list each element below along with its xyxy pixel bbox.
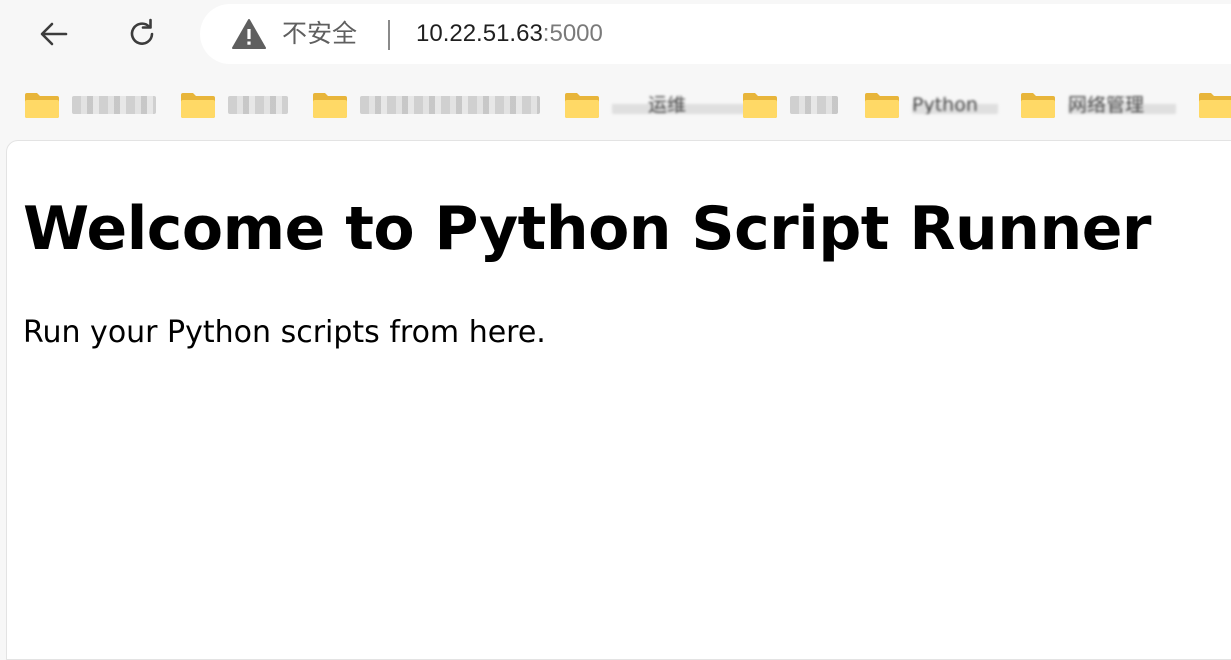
bookmark-folder[interactable]: 运维	[564, 88, 748, 122]
folder-icon	[1199, 93, 1231, 118]
bookmark-label: Python	[912, 96, 998, 114]
browser-toolbar: 不安全 10.22.51.63:5000	[0, 0, 1231, 70]
bookmarks-bar: 运维 Python 网络管理	[0, 80, 1231, 130]
bookmark-folder[interactable]	[24, 88, 156, 122]
bookmark-folder[interactable]	[312, 88, 540, 122]
page-description: Run your Python scripts from here.	[23, 315, 546, 350]
bookmark-folder[interactable]: 网络管理	[1020, 88, 1176, 122]
bookmark-label: 网络管理	[1068, 96, 1176, 114]
back-button[interactable]	[32, 12, 76, 56]
reload-button[interactable]	[120, 12, 164, 56]
folder-icon	[565, 93, 599, 118]
folder-icon	[743, 93, 777, 118]
url-host: 10.22.51.63	[416, 20, 543, 47]
bookmark-label-redacted	[72, 96, 156, 114]
bookmark-folder[interactable]	[742, 88, 838, 122]
address-bar[interactable]: 不安全 10.22.51.63:5000	[200, 4, 1231, 64]
folder-icon	[25, 93, 59, 118]
folder-icon	[1021, 93, 1055, 118]
page-content: Welcome to Python Script Runner Run your…	[6, 140, 1231, 660]
address-divider	[388, 20, 390, 50]
bookmark-label: 运维	[612, 96, 748, 114]
bookmark-label-redacted	[790, 96, 838, 114]
reload-icon	[130, 18, 154, 45]
folder-icon	[313, 93, 347, 118]
page-title: Welcome to Python Script Runner	[23, 194, 1152, 264]
url-port: :5000	[542, 20, 603, 47]
bookmark-folder[interactable]: Python	[864, 88, 998, 122]
bookmark-folder[interactable]	[1198, 88, 1231, 122]
warning-triangle-icon[interactable]	[232, 18, 266, 50]
folder-icon	[181, 93, 215, 118]
back-arrow-icon	[40, 22, 68, 46]
bookmark-folder[interactable]	[180, 88, 288, 122]
bookmark-label-redacted	[360, 96, 540, 114]
security-status-label[interactable]: 不安全	[282, 18, 357, 50]
bookmark-label-redacted	[228, 96, 288, 114]
url-text[interactable]: 10.22.51.63:5000	[416, 18, 603, 50]
folder-icon	[865, 93, 899, 118]
